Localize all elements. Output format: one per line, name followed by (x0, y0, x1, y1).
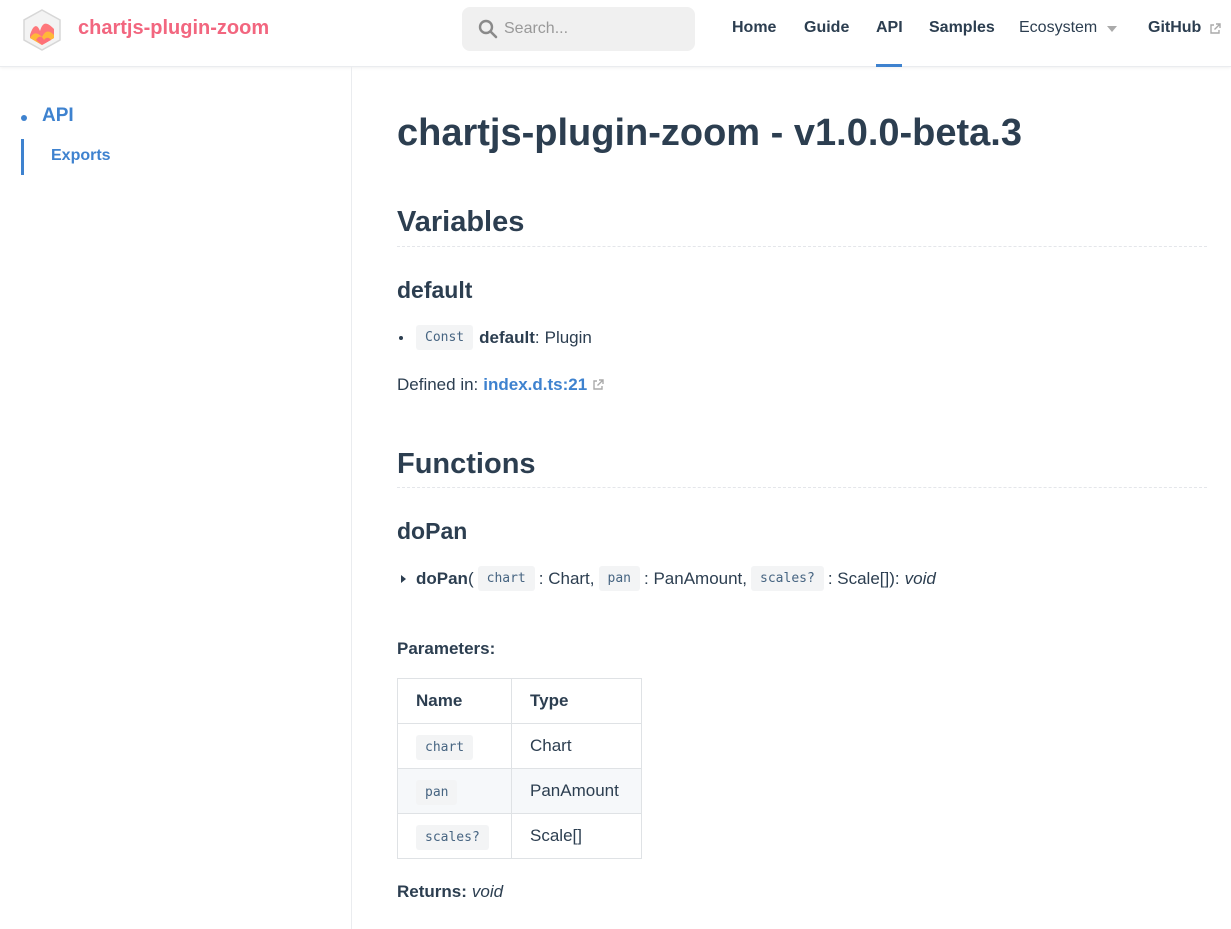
external-link-icon (593, 379, 604, 390)
table-cell-type: Scale[] (511, 813, 642, 859)
default-signature: Const default : Plugin (397, 325, 592, 350)
nav-link-home[interactable]: Home (732, 19, 776, 37)
sidebar: API Exports (0, 67, 352, 929)
bullet (399, 335, 403, 340)
parameters-table: Name Type chart Chart pan PanAmount scal… (397, 678, 642, 859)
table-cell-type: PanAmount (511, 768, 642, 814)
column-header-type: Type (511, 678, 642, 724)
variable-type: Plugin (544, 327, 592, 347)
parameters-label: Parameters: (397, 639, 496, 658)
nav-dropdown-ecosystem[interactable]: Ecosystem (1019, 19, 1097, 37)
search-icon (478, 19, 498, 39)
chartjs-logo-icon[interactable] (22, 9, 62, 51)
param-name-code: scales? (416, 825, 489, 850)
nav-link-github[interactable]: GitHub (1148, 19, 1201, 37)
dopan-signature[interactable]: doPan ( chart : Chart, pan : PanAmount, … (397, 566, 936, 591)
divider (397, 487, 1207, 488)
param-name-code: pan (416, 780, 458, 805)
param-name-code: chart (416, 735, 474, 760)
nav-link-api[interactable]: API (876, 19, 903, 37)
nav-link-samples[interactable]: Samples (929, 19, 995, 37)
return-type: void (904, 568, 936, 588)
table-cell-name: scales? (397, 813, 512, 859)
top-navbar: chartjs-plugin-zoom Home Guide API Sampl… (0, 0, 1231, 67)
table-row: pan PanAmount (397, 768, 642, 814)
table-cell-type: Chart (511, 723, 642, 769)
dopan-heading: doPan (397, 518, 468, 544)
functions-heading: Functions (397, 448, 536, 480)
param-pan-type: : PanAmount, (644, 568, 748, 588)
default-heading: default (397, 277, 473, 303)
sidebar-item-exports[interactable]: Exports (51, 147, 111, 165)
sidebar-active-indicator (21, 139, 24, 175)
defined-in-label: Defined in: (397, 375, 479, 394)
const-badge: Const (416, 325, 474, 350)
returns-value: void (471, 882, 504, 901)
defined-in-line: Defined in: index.d.ts:21 (397, 375, 604, 395)
function-name: doPan (416, 568, 468, 588)
param-chart: chart (477, 566, 535, 591)
variable-name: default (479, 327, 535, 347)
source-link[interactable]: index.d.ts:21 (483, 375, 587, 395)
returns-line: Returns: void (397, 882, 503, 902)
nav-link-guide[interactable]: Guide (804, 19, 849, 37)
variables-heading: Variables (397, 206, 525, 238)
param-chart-type: : Chart, (538, 568, 595, 588)
search-box[interactable] (462, 7, 695, 51)
type-separator: : (534, 327, 540, 347)
page-title: chartjs-plugin-zoom - v1.0.0-beta.3 (397, 112, 1022, 154)
table-cell-name: chart (397, 723, 512, 769)
table-row: scales? Scale[] (397, 813, 642, 859)
table-row: chart Chart (397, 723, 642, 769)
divider (397, 246, 1207, 247)
search-input[interactable] (504, 7, 684, 51)
expand-triangle-icon[interactable] (401, 574, 406, 583)
site-name-link[interactable]: chartjs-plugin-zoom (78, 17, 269, 40)
table-header-row: Name Type (397, 678, 642, 724)
open-paren: ( (467, 568, 474, 588)
param-scales: scales? (751, 566, 824, 591)
param-pan: pan (598, 566, 640, 591)
table-cell-name: pan (397, 768, 512, 814)
dropdown-arrow-icon[interactable] (1107, 26, 1117, 32)
column-header-name: Name (397, 678, 512, 724)
external-link-icon (1210, 23, 1221, 34)
sidebar-section-api[interactable]: API (42, 105, 74, 127)
nav-active-indicator (876, 64, 902, 67)
parameters-label-line: Parameters: (397, 639, 495, 659)
returns-label: Returns: (397, 882, 467, 901)
sidebar-bullet (21, 115, 27, 121)
param-scales-type: : Scale[]): (827, 568, 900, 588)
